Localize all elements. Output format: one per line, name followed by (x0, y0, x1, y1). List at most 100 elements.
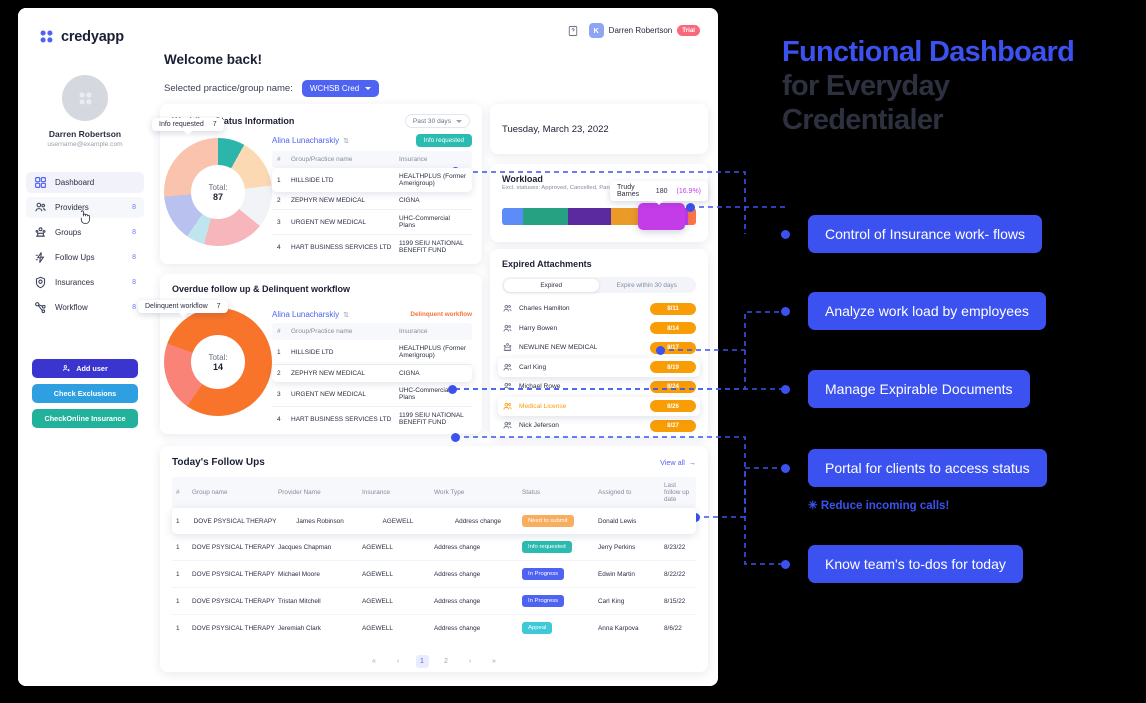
cell-index: 1 (176, 597, 180, 605)
expired-attachments-card: Expired Attachments Expired Expire withi… (490, 249, 708, 437)
pagination-page-1[interactable]: 1 (415, 655, 429, 668)
table-row[interactable]: 3 URGENT NEW MEDICAL UHC-Commercial Plan… (272, 210, 472, 235)
app-logo[interactable]: credyapp (18, 20, 152, 45)
pagination-last[interactable]: » (488, 655, 501, 668)
practice-select[interactable]: WCHSB Cred (301, 80, 380, 97)
sidebar-item-groups[interactable]: Groups 8 (26, 222, 144, 243)
sidebar-item-count: 8 (132, 254, 136, 261)
table-row[interactable]: 1 DOVE PSYSICAL THERAPY Michael Moore AG… (172, 561, 696, 588)
bolt-icon (34, 251, 47, 264)
cell-group: DOVE PSYSICAL THERAPY (192, 624, 275, 632)
cell-insurance: CIGNA (399, 370, 420, 377)
current-date: Tuesday, March 23, 2022 (502, 123, 609, 135)
brand-name: credyapp (61, 28, 124, 45)
status-badge: Info requested (522, 541, 572, 553)
table-header-row: # Group/Practice name Insurance (272, 323, 472, 340)
list-item[interactable]: Michael Rowe 8/24 (502, 377, 696, 397)
table-row[interactable]: 2 ZEPHYR NEW MEDICAL CIGNA (272, 192, 472, 210)
cell-insurance: HEALTHPLUS (Former Amerigroup) (399, 173, 467, 187)
col-insurance: Insurance (362, 489, 391, 496)
card-title: Overdue follow up & Delinquent workflow (172, 284, 351, 294)
cell-index: 1 (277, 176, 281, 184)
table-row[interactable]: 1 DOVE PSYSICAL THERAPY Jeremiah Clark A… (172, 615, 696, 641)
check-exclusions-button[interactable]: Check Exclusions (32, 384, 138, 403)
main-content: K Darren Robertson Trial Welcome back! S… (138, 8, 718, 686)
feature-pill-workload-analysis[interactable]: Analyze work load by employees (808, 292, 1046, 330)
cell-index: 3 (277, 218, 281, 226)
date-range-select[interactable]: Past 30 days (404, 114, 470, 128)
overdue-person-name: Alina Lunacharskiy (272, 310, 340, 319)
add-user-icon (63, 365, 70, 372)
workflow-table: Alina Lunacharskiy ⇅ Info requested # Gr… (272, 134, 472, 259)
sidebar-item-workflow[interactable]: Workflow 8 (26, 297, 144, 318)
cell-assigned: Jerry Perkins (598, 543, 636, 551)
help-book-icon[interactable] (567, 24, 579, 37)
pagination-prev[interactable]: ‹ (392, 655, 405, 668)
sidebar-item-label: Workflow (55, 303, 88, 312)
feature-pill-expirable-documents[interactable]: Manage Expirable Documents (808, 370, 1030, 408)
list-item[interactable]: Carl King 8/19 (498, 357, 700, 377)
table-row[interactable]: 2 ZEPHYR NEW MEDICAL CIGNA (272, 365, 472, 382)
date-range-value: Past 30 days (412, 117, 451, 125)
sidebar-item-follow-ups[interactable]: Follow Ups 8 (26, 247, 144, 268)
expiry-date-badge: 8/26 (650, 400, 696, 413)
cell-index: 1 (176, 624, 180, 632)
overdue-donut-chart: Total: 14 (164, 308, 272, 416)
table-row[interactable]: 4 HART BUSINESS SERVICES LTD 1199 SEIU N… (272, 235, 472, 259)
pagination-next[interactable]: › (464, 655, 477, 668)
person-icon (502, 303, 513, 314)
sidebar-item-dashboard[interactable]: Dashboard (26, 172, 144, 193)
topbar-user[interactable]: K Darren Robertson Trial (588, 22, 700, 38)
workflow-person[interactable]: Alina Lunacharskiy ⇅ (272, 136, 349, 145)
overdue-table: Alina Lunacharskiy ⇅ Delinquent workflow… (272, 310, 472, 431)
add-user-button[interactable]: Add user (32, 359, 138, 378)
list-item[interactable]: Nick Jeferson 8/27 (502, 416, 696, 436)
feature-pill-client-portal[interactable]: Portal for clients to access status (808, 449, 1047, 487)
table-row[interactable]: 1 HILLSIDE LTD HEALTHPLUS (Former Amerig… (272, 168, 472, 192)
tab-expired[interactable]: Expired (503, 278, 599, 292)
col-insurance: Insurance (399, 328, 428, 335)
list-item[interactable]: Medical License 8/26 (498, 396, 700, 416)
sort-icon[interactable]: ⇅ (343, 137, 349, 145)
arrow-right-icon: → (688, 458, 696, 467)
sidebar-item-count: 8 (132, 279, 136, 286)
sort-icon[interactable]: ⇅ (343, 311, 349, 319)
workload-tooltip-percent: (16.9%) (676, 187, 701, 195)
table-row[interactable]: 3 URGENT NEW MEDICAL UHC-Commercial Plan… (272, 382, 472, 407)
table-row[interactable]: 1 HILLSIDE LTD HEALTHPLUS (Former Amerig… (272, 340, 472, 365)
donut-total-label: Total: (208, 182, 228, 192)
feature-pill-insurance-workflows[interactable]: Control of Insurance work- flows (808, 215, 1042, 253)
table-row[interactable]: 4 HART BUSINESS SERVICES LTD 1199 SEIU N… (272, 407, 472, 431)
cell-insurance: 1199 SEIU NATIONAL BENEFIT FUND (399, 412, 464, 426)
expiry-date-badge: 8/11 (650, 302, 696, 315)
cell-index: 4 (277, 415, 281, 423)
donut-tooltip: Delinquent workflow 7 (138, 300, 228, 317)
workload-highlight-segment[interactable] (638, 203, 685, 230)
practice-selector-label: Selected practice/group name: (164, 83, 293, 94)
cell-group: ZEPHYR NEW MEDICAL (291, 197, 366, 204)
overdue-person[interactable]: Alina Lunacharskiy ⇅ (272, 310, 349, 319)
sidebar-item-label: Follow Ups (55, 253, 95, 262)
check-exclusions-label: Check Exclusions (53, 389, 117, 398)
donut-tooltip-value: 7 (212, 121, 217, 128)
sidebar-item-label: Groups (55, 228, 82, 237)
card-title: Today's Follow Ups (172, 457, 265, 468)
pagination-page-2[interactable]: 2 (440, 655, 453, 668)
add-user-label: Add user (76, 364, 108, 373)
list-item[interactable]: Charles Hamilton 8/11 (502, 299, 696, 319)
list-item-label: NEWLINE NEW MEDICAL (519, 344, 598, 352)
pagination-first[interactable]: « (368, 655, 381, 668)
list-item[interactable]: Harry Bowen 8/14 (502, 319, 696, 339)
sidebar-item-insurances[interactable]: Insurances 8 (26, 272, 144, 293)
expired-list: Charles Hamilton 8/11 Harry Bowen 8/14 N… (498, 299, 700, 436)
check-online-insurance-button[interactable]: CheckOnline Insurance (32, 409, 138, 428)
table-row[interactable]: 1 DOVE PSYSICAL THERAPY Tristan Mitchell… (172, 588, 696, 615)
sidebar-item-providers[interactable]: Providers 8 (26, 197, 144, 225)
view-all-link[interactable]: View all → (660, 458, 696, 467)
table-row[interactable]: 1 DOVE PSYSICAL THERAPY Jacques Chapman … (172, 534, 696, 561)
cell-assigned: Anna Karpova (598, 624, 639, 632)
tab-expire-within-30-days[interactable]: Expire within 30 days (599, 279, 695, 292)
list-item[interactable]: NEWLINE NEW MEDICAL 8/17 (502, 338, 696, 358)
table-row[interactable]: 1 DOVE PSYSICAL THERAPY James Robinson A… (172, 508, 696, 534)
feature-pill-team-todos[interactable]: Know team's to-dos for today (808, 545, 1023, 583)
